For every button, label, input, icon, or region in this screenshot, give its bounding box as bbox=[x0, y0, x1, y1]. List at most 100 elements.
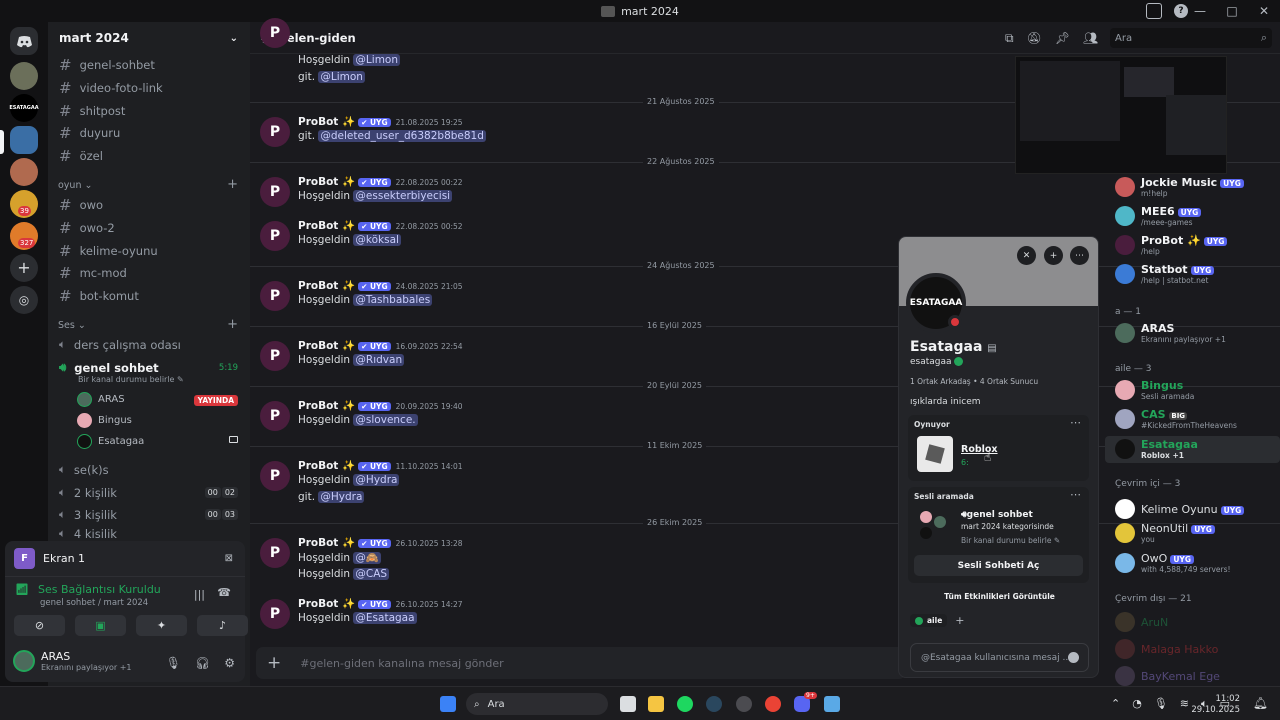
activity-button[interactable]: ✦ bbox=[136, 615, 187, 636]
avatar[interactable]: P bbox=[260, 401, 290, 431]
stream-preview[interactable] bbox=[1015, 56, 1227, 174]
inbox-icon[interactable] bbox=[1146, 3, 1162, 19]
user-mention[interactable]: @essekterbiyecisi bbox=[353, 190, 453, 202]
channel-mc-mod[interactable]: # mc-mod bbox=[59, 264, 127, 282]
add-attachment-icon[interactable]: + bbox=[267, 653, 281, 673]
user-mention[interactable]: @slovence. bbox=[353, 414, 418, 426]
game-name[interactable]: Roblox bbox=[961, 444, 998, 455]
member-offline[interactable]: BayKemal Ege bbox=[1115, 666, 1220, 686]
chrome-icon[interactable] bbox=[765, 696, 781, 712]
server-item[interactable]: ESATAGAA bbox=[9, 94, 39, 122]
discover-icon[interactable]: ◎ bbox=[10, 286, 38, 314]
add-server-icon[interactable]: + bbox=[10, 254, 38, 282]
emoji-icon[interactable] bbox=[1068, 652, 1079, 663]
member-statbot[interactable]: Statbot UYG/help | statbot.net bbox=[1115, 263, 1215, 285]
member-kelime-oyunu[interactable]: Kelime Oyunu UYG bbox=[1115, 499, 1245, 519]
voice-connected[interactable]: 📶︎ Ses Bağlantısı Kuruldu bbox=[15, 583, 161, 596]
noise-icon[interactable]: ||| bbox=[194, 588, 205, 601]
message[interactable]: P ProBot ✨ ✔ UYG 21.08.2025 19:25 git. @dele… bbox=[260, 115, 960, 155]
soundboard-button[interactable]: ♪ bbox=[197, 615, 248, 636]
members-icon[interactable]: 👥︎ bbox=[1083, 31, 1098, 46]
more-icon[interactable]: ⋯ bbox=[1070, 488, 1081, 501]
avatar[interactable]: P bbox=[260, 341, 290, 371]
user-mention[interactable]: @Tashbabales bbox=[353, 294, 433, 306]
avatar[interactable]: P bbox=[260, 177, 290, 207]
avatar[interactable]: P bbox=[260, 221, 290, 251]
settings-gear-icon[interactable]: ⚙︎ bbox=[224, 656, 235, 670]
member-esatagaa[interactable]: Esatagaa Roblox +1 bbox=[1115, 438, 1198, 460]
file-explorer-icon[interactable] bbox=[648, 696, 664, 712]
steam-icon[interactable] bbox=[706, 696, 722, 712]
server-item-mart-2024[interactable] bbox=[10, 126, 38, 154]
user-mention[interactable]: @CAS bbox=[353, 568, 390, 580]
member-owo[interactable]: OwO UYG with 4,588,749 servers! bbox=[1115, 552, 1231, 574]
member-mee6[interactable]: MEE6 UYG/meee-games bbox=[1115, 205, 1202, 227]
message[interactable]: P ProBot ✨ ✔ UYG 24.08.2025 21:05 Hoşgeldin … bbox=[260, 279, 960, 319]
voice-channel-2-kisilik[interactable]: 🔈︎ 2 kişilik bbox=[59, 485, 117, 500]
member-neonutil[interactable]: NeonUtil UYG you bbox=[1115, 522, 1215, 544]
open-voice-chat-button[interactable]: Sesli Sohbeti Aç bbox=[914, 555, 1083, 576]
voice-channel-genel-sohbet[interactable]: 🔊︎ genel sohbet bbox=[59, 360, 159, 375]
server-header[interactable]: mart 2024 ⌄ bbox=[48, 22, 250, 54]
username[interactable]: ProBot ✨ bbox=[298, 220, 355, 232]
mic-icon[interactable]: 🎙︎ bbox=[1154, 697, 1168, 711]
message[interactable]: P ProBot ✨ ✔ UYG 26.10.2025 13:28 Hoşgeldin … bbox=[260, 536, 960, 580]
minimize-button[interactable]: — bbox=[1184, 4, 1216, 18]
pin-icon[interactable]: 📌︎ bbox=[1055, 31, 1070, 46]
screen-share-row[interactable]: F Ekran 1 ⊠ bbox=[5, 541, 245, 577]
user-mention[interactable]: @Limon bbox=[353, 54, 400, 66]
channel-duyuru[interactable]: # duyuru bbox=[59, 124, 120, 142]
username[interactable]: ProBot ✨ bbox=[298, 116, 355, 128]
message-composer[interactable]: + #gelen-giden kanalına mesaj gönder bbox=[256, 647, 906, 679]
user-mention[interactable]: @köksal bbox=[353, 234, 401, 246]
category-oyun[interactable]: oyun ⌄ bbox=[58, 180, 92, 191]
profile-action-icon[interactable]: ✕ bbox=[1017, 246, 1036, 265]
stream-button[interactable]: ▣ bbox=[75, 615, 126, 636]
avatar[interactable]: P bbox=[260, 599, 290, 629]
tray-arrow-icon[interactable]: ⌃ bbox=[1111, 697, 1120, 711]
member-bingus[interactable]: Bingus Sesli aramada bbox=[1115, 379, 1194, 401]
category-ses[interactable]: Ses ⌄ bbox=[58, 320, 86, 331]
message[interactable]: P ProBot ✨ ✔ UYG 16.09.2025 22:54 Hoşgeldin … bbox=[260, 339, 960, 379]
channel-status[interactable]: Bir kanal durumu belirle ✎ bbox=[78, 375, 184, 384]
threads-icon[interactable]: ⧉ bbox=[1005, 31, 1014, 46]
voice-channel-ders[interactable]: 🔈︎ ders çalışma odası bbox=[59, 337, 181, 352]
search-input[interactable]: Ara ⌕ bbox=[1110, 28, 1272, 48]
channel-ozel[interactable]: # özel bbox=[59, 147, 103, 165]
app-icon[interactable] bbox=[824, 696, 840, 712]
member-probot[interactable]: ProBot ✨ UYG/help bbox=[1115, 234, 1228, 256]
add-friend-icon[interactable]: + bbox=[1044, 246, 1063, 265]
username[interactable]: ProBot ✨ bbox=[298, 176, 355, 188]
close-stream-icon[interactable]: ⊠ bbox=[225, 553, 233, 564]
username[interactable]: ProBot ✨ bbox=[298, 460, 355, 472]
wifi-icon[interactable]: ≋ bbox=[1180, 697, 1189, 711]
member-offline[interactable]: Malaga Hakko bbox=[1115, 639, 1218, 659]
channel-bot-komut[interactable]: # bot-komut bbox=[59, 287, 139, 305]
member-aras[interactable]: ARAS Ekranını paylaşıyor +1 bbox=[1115, 322, 1226, 344]
voice-channel-seks[interactable]: 🔈︎ se(k)s bbox=[59, 462, 109, 477]
tray-app-icon[interactable]: ◔ bbox=[1132, 697, 1142, 711]
add-channel-icon[interactable]: + bbox=[227, 317, 238, 332]
add-role-icon[interactable]: + bbox=[955, 614, 964, 627]
user-mention[interactable]: @Hydra bbox=[318, 491, 365, 503]
camera-button[interactable]: ⊘ bbox=[14, 615, 65, 636]
task-view-icon[interactable] bbox=[620, 696, 636, 712]
username[interactable]: ProBot ✨ bbox=[298, 280, 355, 292]
headphones-icon[interactable]: 🎧︎ bbox=[195, 656, 210, 670]
voice-channel-4-kisilik[interactable]: 🔈︎ 4 kişilik bbox=[59, 529, 117, 538]
avatar[interactable]: P bbox=[260, 538, 290, 568]
channel-genel-sohbet[interactable]: # genel-sohbet bbox=[59, 56, 155, 74]
mute-bell-icon[interactable]: 🔕︎ bbox=[1027, 31, 1042, 46]
message[interactable]: P ProBot ✨ ✔ UYG 22.08.2025 00:22 Hoşgeldin … bbox=[260, 175, 960, 215]
close-button[interactable]: ✕ bbox=[1248, 4, 1280, 18]
username[interactable]: ProBot ✨ bbox=[298, 598, 355, 610]
taskbar-search[interactable]: ⌕ Ara bbox=[466, 693, 608, 715]
username[interactable]: ProBot ✨ bbox=[298, 537, 355, 549]
member-cas[interactable]: CAS BIG #KickedFromTheHeavens bbox=[1115, 408, 1237, 430]
message[interactable]: P ProBot ✨ ✔ UYG 11.10.2025 14:01 Hoşgeldin … bbox=[260, 459, 960, 503]
spotify-icon[interactable] bbox=[677, 696, 693, 712]
maximize-button[interactable]: □ bbox=[1216, 4, 1248, 18]
disconnect-icon[interactable]: ☎︎ bbox=[217, 586, 231, 599]
add-channel-icon[interactable]: + bbox=[227, 177, 238, 192]
channel-video-foto-link[interactable]: # video-foto-link bbox=[59, 79, 163, 97]
